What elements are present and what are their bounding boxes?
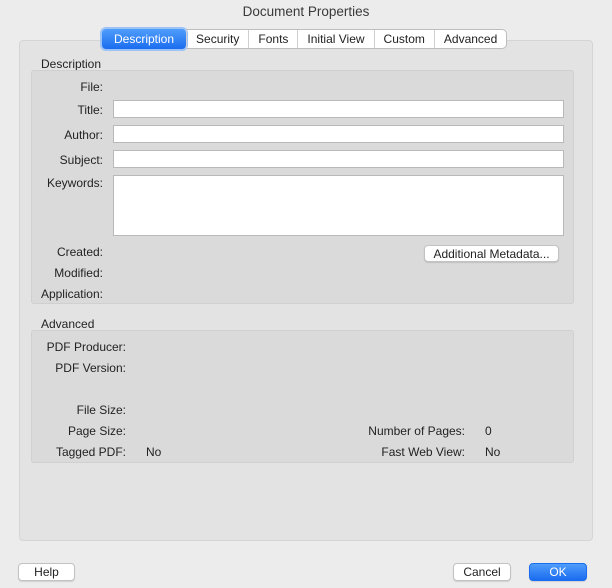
modified-label: Modified: (54, 266, 103, 280)
number-of-pages-label: Number of Pages: (368, 424, 465, 438)
application-label: Application: (40, 287, 103, 301)
title-field[interactable] (113, 100, 564, 118)
advanced-section-title: Advanced (41, 317, 95, 331)
keywords-field[interactable] (113, 175, 564, 236)
tab-fonts[interactable]: Fonts (248, 30, 297, 48)
number-of-pages-value: 0 (485, 424, 492, 438)
tagged-pdf-value: No (146, 445, 162, 459)
created-label: Created: (56, 245, 103, 259)
tab-description[interactable]: Description (102, 29, 187, 49)
file-label: File: (80, 80, 103, 94)
additional-metadata-button[interactable]: Additional Metadata... (424, 245, 559, 262)
help-button[interactable]: Help (18, 563, 75, 581)
ok-button[interactable]: OK (529, 563, 587, 581)
tab-initial-view[interactable]: Initial View (297, 30, 373, 48)
tagged-pdf-label: Tagged PDF: (55, 445, 126, 459)
tab-advanced[interactable]: Advanced (433, 30, 506, 48)
tab-security[interactable]: Security (186, 30, 248, 48)
tab-custom[interactable]: Custom (373, 30, 434, 48)
page-size-label: Page Size: (67, 424, 126, 438)
fast-web-view-label: Fast Web View: (381, 445, 465, 459)
subject-label: Subject: (59, 153, 103, 167)
author-label: Author: (64, 128, 103, 142)
keywords-label: Keywords: (46, 176, 103, 190)
subject-field[interactable] (113, 150, 564, 168)
author-field[interactable] (113, 125, 564, 143)
description-section-title: Description (41, 57, 102, 71)
title-label: Title: (77, 103, 103, 117)
pdf-version-label: PDF Version: (55, 361, 126, 375)
pdf-producer-label: PDF Producer: (46, 340, 126, 354)
fast-web-view-value: No (485, 445, 501, 459)
cancel-button[interactable]: Cancel (453, 563, 511, 581)
tab-bar: Description Security Fonts Initial View … (102, 29, 508, 49)
window-title: Document Properties (242, 4, 370, 19)
file-size-label: File Size: (76, 403, 126, 417)
